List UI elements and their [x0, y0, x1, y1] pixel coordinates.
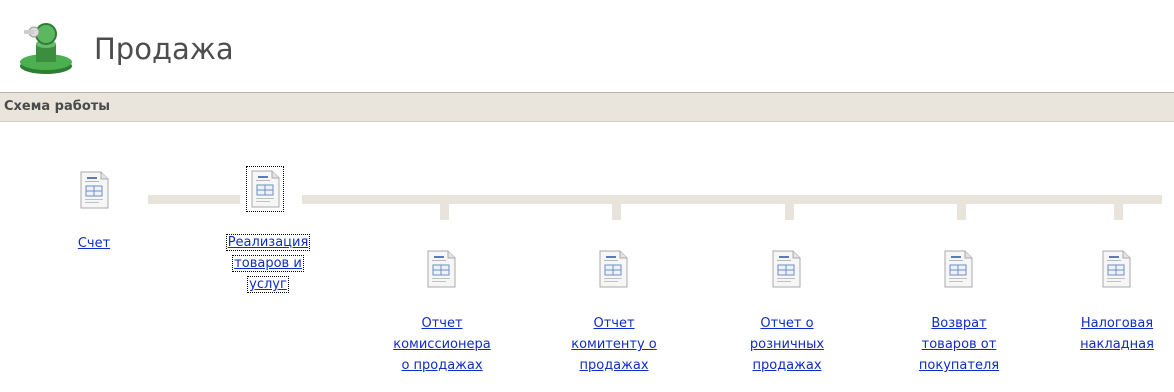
section-bar: Схема работы — [0, 92, 1174, 122]
realization-link[interactable]: Реализация товаров и услуг — [202, 232, 334, 295]
realization-label-line3: услуг — [247, 276, 289, 293]
buyer-return-label-line1: Возврат — [931, 316, 987, 331]
buyer-return-doc-icon[interactable] — [943, 250, 973, 288]
connector-drop-5 — [1114, 204, 1123, 220]
tax-invoice-label-line2: накладная — [1080, 337, 1154, 352]
tax-invoice-label-line1: Налоговая — [1080, 316, 1154, 331]
retail-report-link[interactable]: Отчет о розничных продажах — [721, 313, 853, 376]
retail-report-label-line2: розничных — [749, 337, 825, 352]
invoice-doc-icon[interactable] — [79, 171, 109, 209]
buyer-return-label-line2: товаров от — [921, 337, 997, 352]
retail-report-label-line1: Отчет о — [760, 316, 814, 331]
commissioner-report-label-line2: комиссионера — [393, 337, 491, 352]
committent-report-link[interactable]: Отчет комитенту о продажах — [548, 313, 680, 376]
connector-drop-3 — [785, 204, 794, 220]
buyer-return-label-line3: покупателя — [918, 358, 1000, 373]
committent-report-label-line2: комитенту о — [571, 337, 657, 352]
commissioner-report-link[interactable]: Отчет комиссионера о продажах — [376, 313, 508, 376]
realization-label-line2: товаров и — [232, 255, 304, 272]
realization-label-line1: Реализация — [225, 234, 311, 251]
connector-drop-2 — [612, 204, 621, 220]
committent-report-label-line1: Отчет — [593, 316, 635, 331]
commissioner-report-label-line1: Отчет — [421, 316, 463, 331]
sales-stamp-icon — [14, 22, 78, 76]
page-title: Продажа — [94, 32, 234, 66]
tax-invoice-link[interactable]: Налоговая накладная — [1060, 313, 1174, 355]
retail-report-doc-icon[interactable] — [771, 250, 801, 288]
tax-invoice-doc-icon[interactable] — [1101, 250, 1131, 288]
committent-report-label-line3: продажах — [579, 358, 649, 373]
connector-main-horizontal — [302, 195, 1162, 204]
invoice-label: Счет — [77, 236, 111, 251]
commissioner-report-label-line3: о продажах — [401, 358, 483, 373]
connector-invoice-realization — [148, 195, 240, 204]
connector-drop-4 — [957, 204, 966, 220]
realization-doc-icon[interactable] — [246, 166, 284, 212]
commissioner-report-doc-icon[interactable] — [426, 250, 456, 288]
invoice-link[interactable]: Счет — [60, 233, 128, 254]
connector-drop-1 — [440, 204, 449, 220]
committent-report-doc-icon[interactable] — [598, 250, 628, 288]
section-title: Схема работы — [4, 99, 111, 114]
retail-report-label-line3: продажах — [752, 358, 822, 373]
buyer-return-link[interactable]: Возврат товаров от покупателя — [893, 313, 1025, 376]
